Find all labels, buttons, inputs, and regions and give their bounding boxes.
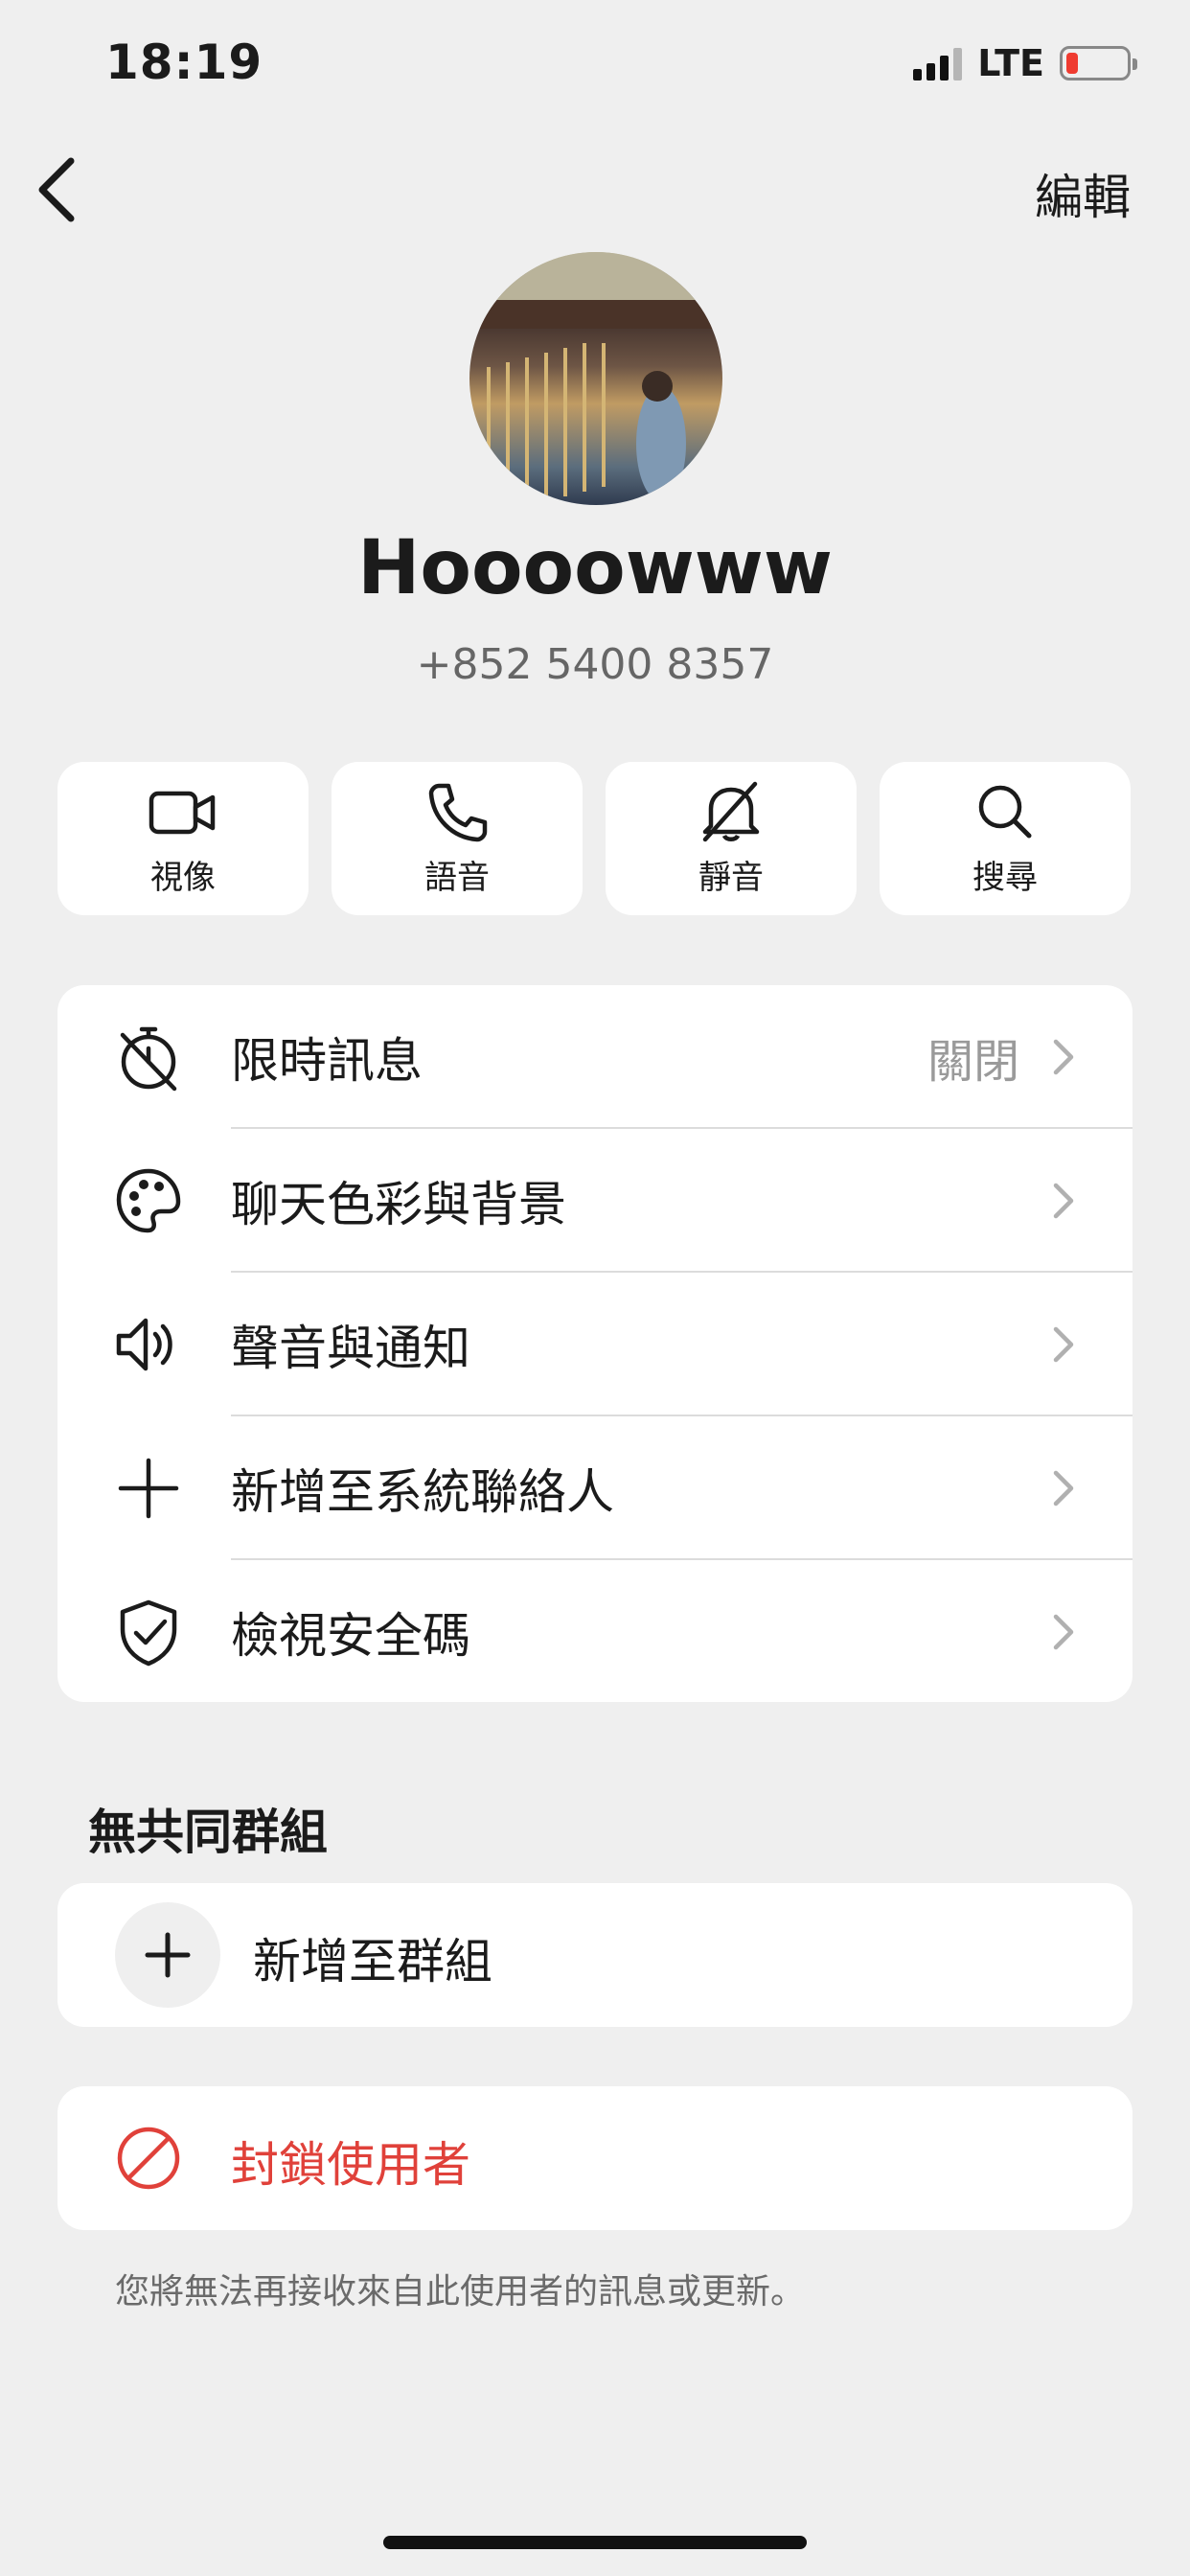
speaker-icon — [116, 1318, 172, 1371]
video-icon — [149, 791, 216, 834]
shield-check-icon — [120, 1599, 177, 1667]
video-call-label: 視像 — [150, 858, 216, 897]
edit-button[interactable]: 編輯 — [1035, 159, 1131, 228]
back-arrow-icon[interactable] — [29, 153, 86, 226]
groups-section-title: 無共同群組 — [88, 1805, 328, 1860]
timer-off-icon — [120, 1026, 177, 1092]
voice-call-label: 語音 — [424, 858, 490, 897]
video-call-button[interactable]: 視像 — [57, 762, 309, 915]
mute-label: 靜音 — [698, 858, 764, 897]
menu-item-add-to-contacts[interactable]: 新增至系統聯絡人 — [57, 1416, 1133, 1560]
block-icon — [117, 2127, 180, 2190]
plus-icon — [118, 1458, 179, 1519]
palette-icon — [116, 1168, 181, 1233]
menu-item-chat-color[interactable]: 聊天色彩與背景 — [57, 1129, 1133, 1273]
chevron-right-icon — [1053, 1470, 1074, 1506]
battery-icon — [1060, 46, 1137, 80]
voice-call-button[interactable]: 語音 — [332, 762, 583, 915]
block-note: 您將無法再接收來自此使用者的訊息或更新。 — [115, 2272, 806, 2312]
menu-item-label: 檢視安全碼 — [231, 1608, 470, 1664]
menu-item-disappearing-messages[interactable]: 限時訊息 關閉 — [57, 985, 1133, 1129]
chevron-right-icon — [1053, 1326, 1074, 1363]
menu-item-label: 聲音與通知 — [231, 1321, 470, 1376]
bell-off-icon — [702, 781, 760, 841]
mute-button[interactable]: 靜音 — [606, 762, 857, 915]
menu-item-label: 限時訊息 — [231, 1033, 423, 1089]
block-user-button[interactable]: 封鎖使用者 — [57, 2086, 1133, 2230]
search-button[interactable]: 搜尋 — [880, 762, 1131, 915]
menu-item-label: 新增至系統聯絡人 — [231, 1464, 614, 1520]
network-label: LTE — [977, 42, 1044, 84]
settings-menu: 限時訊息 關閉 聊天色彩與背景 聲音與通知 新增至系統聯絡人 檢視安全碼 — [57, 985, 1133, 1702]
action-buttons: 視像 語音 靜音 搜尋 — [57, 762, 1133, 915]
search-label: 搜尋 — [973, 858, 1038, 897]
menu-item-sound-notifications[interactable]: 聲音與通知 — [57, 1273, 1133, 1416]
avatar[interactable] — [469, 252, 722, 505]
chevron-right-icon — [1053, 1183, 1074, 1219]
menu-item-view-safety-number[interactable]: 檢視安全碼 — [57, 1560, 1133, 1704]
menu-item-label: 聊天色彩與背景 — [231, 1177, 566, 1232]
search-icon — [978, 785, 1032, 838]
status-icons: LTE — [913, 42, 1137, 84]
add-circle — [115, 1902, 220, 2008]
signal-icon — [913, 46, 963, 80]
plus-icon — [145, 1932, 191, 1978]
menu-item-value: 關閉 — [927, 1035, 1019, 1089]
add-to-group-button[interactable]: 新增至群組 — [57, 1883, 1133, 2027]
add-to-group-label: 新增至群組 — [253, 1934, 492, 1990]
home-indicator[interactable] — [383, 2536, 807, 2549]
contact-phone: +852 5400 8357 — [416, 640, 774, 689]
phone-icon — [428, 783, 488, 841]
contact-name: Hoooowww — [357, 525, 833, 611]
block-user-label: 封鎖使用者 — [231, 2137, 470, 2193]
chevron-right-icon — [1053, 1614, 1074, 1650]
chevron-right-icon — [1053, 1039, 1074, 1075]
status-time: 18:19 — [105, 34, 263, 90]
